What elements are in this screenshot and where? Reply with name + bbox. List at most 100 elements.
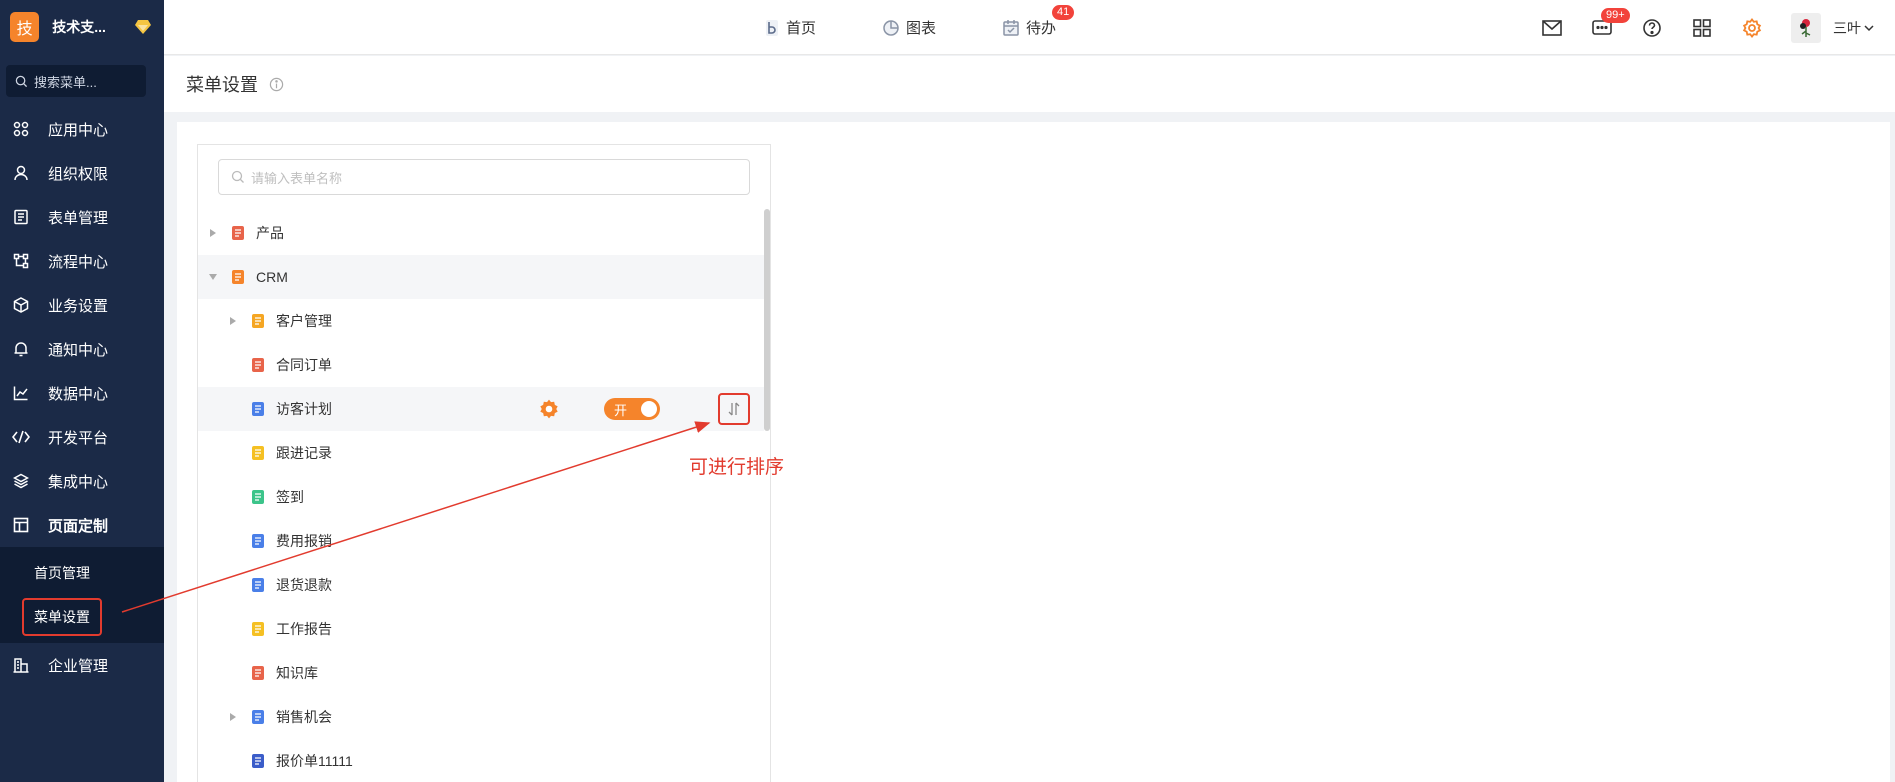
- todo-count-badge: 41: [1052, 5, 1075, 20]
- tree-row-label: CRM: [256, 269, 288, 285]
- tree-row[interactable]: 合同订单: [198, 343, 764, 387]
- settings-gear-icon[interactable]: [1741, 17, 1763, 39]
- visibility-toggle[interactable]: 开: [604, 398, 660, 420]
- menu-tree-panel: 请输入表单名称 产品 CRM 客户管理合同订单访客计划 开跟进记录签到费用报销退货退款…: [197, 144, 771, 782]
- search-icon: [15, 75, 28, 87]
- code-icon: [12, 428, 30, 446]
- row-actions: 开: [538, 387, 750, 431]
- sidebar-item-label: 集成中心: [48, 473, 109, 491]
- tree-row-label: 客户管理: [276, 313, 332, 329]
- sidebar-item-label: 流程中心: [48, 253, 109, 271]
- tree-row[interactable]: 客户管理: [198, 299, 764, 343]
- form-search-placeholder: 请输入表单名称: [251, 170, 343, 186]
- sidebar-item-org[interactable]: 组织权限: [0, 151, 164, 195]
- tree-row[interactable]: 退货退款: [198, 563, 764, 607]
- help-icon[interactable]: [1641, 17, 1663, 39]
- chart-icon: [12, 384, 30, 402]
- sort-handle-button[interactable]: [718, 393, 750, 425]
- tree-row[interactable]: 访客计划 开: [198, 387, 764, 431]
- sidebar-item-enterprise[interactable]: 企业管理: [0, 643, 164, 687]
- sort-icon: [728, 402, 740, 416]
- nav-todo[interactable]: 待办 41: [1002, 5, 1075, 38]
- grid-apps-icon[interactable]: [1691, 17, 1713, 39]
- sidebar-item-notify[interactable]: 通知中心: [0, 327, 164, 371]
- nav-home[interactable]: 首页: [764, 17, 816, 38]
- tree-row[interactable]: 工作报告: [198, 607, 764, 651]
- tree-row[interactable]: 销售机会: [198, 695, 764, 739]
- brand-logo: 技: [10, 12, 40, 42]
- sidebar-subitem-label: 首页管理: [34, 565, 90, 581]
- sidebar-item-integration[interactable]: 集成中心: [0, 459, 164, 503]
- tree-row[interactable]: 产品: [198, 211, 764, 255]
- sidebar-item-label: 企业管理: [48, 657, 109, 675]
- sidebar-item-forms[interactable]: 表单管理: [0, 195, 164, 239]
- row-settings-gear-icon[interactable]: [538, 398, 560, 420]
- chevron-down-icon: [1864, 24, 1874, 31]
- caret-spacer: [226, 358, 240, 372]
- form-search-input[interactable]: 请输入表单名称: [218, 159, 750, 195]
- tree-row[interactable]: 知识库: [198, 651, 764, 695]
- sidebar-subitem-menu-settings[interactable]: 菜单设置: [0, 595, 164, 639]
- caret-down-icon[interactable]: [206, 270, 220, 284]
- apps-icon: [12, 120, 30, 138]
- sidebar-item-label: 表单管理: [48, 209, 109, 227]
- form-icon: [12, 208, 30, 226]
- caret-right-icon[interactable]: [206, 226, 220, 240]
- message-icon[interactable]: 99+: [1591, 7, 1630, 39]
- caret-right-icon[interactable]: [226, 710, 240, 724]
- form-type-icon: [250, 313, 266, 329]
- sidebar-item-data[interactable]: 数据中心: [0, 371, 164, 415]
- tree-scrollbar[interactable]: [764, 209, 770, 431]
- caret-spacer: [226, 622, 240, 636]
- user-menu[interactable]: 三叶: [1833, 18, 1875, 38]
- sidebar-item-page-custom[interactable]: 页面定制: [0, 503, 164, 547]
- tree-row-label: 报价单11111: [276, 753, 353, 769]
- avatar[interactable]: [1791, 12, 1821, 43]
- tree-row[interactable]: 报价单11111: [198, 739, 764, 782]
- tree-row-label: 合同订单: [276, 357, 332, 373]
- brand[interactable]: 技 技术支...: [0, 0, 164, 54]
- tree-row-label: 费用报销: [276, 533, 332, 549]
- sidebar-item-business[interactable]: 业务设置: [0, 283, 164, 327]
- menu-search-input[interactable]: 搜索菜单...: [6, 65, 146, 97]
- form-type-icon: [250, 665, 266, 681]
- sidebar-item-label: 组织权限: [48, 165, 109, 183]
- tree-row[interactable]: CRM: [198, 255, 764, 299]
- sidebar-menu: 应用中心 组织权限 表单管理 流程中心 业务设置 通知中心 数据中心 开发平台: [0, 107, 164, 687]
- nav-charts[interactable]: 图表: [882, 17, 936, 38]
- tree-row-label: 跟进记录: [276, 445, 332, 461]
- mail-icon[interactable]: [1541, 17, 1563, 39]
- form-type-icon: [250, 621, 266, 637]
- submenu-page-custom: 首页管理 菜单设置: [0, 547, 164, 643]
- sidebar-subitem-home-manage[interactable]: 首页管理: [0, 551, 164, 595]
- tree-row-label: 工作报告: [276, 621, 332, 637]
- user-name: 三叶: [1833, 19, 1861, 36]
- diamond-icon[interactable]: [133, 16, 154, 38]
- flow-icon: [12, 252, 30, 270]
- nav-charts-label: 图表: [906, 20, 937, 37]
- nav-home-label: 首页: [786, 20, 817, 37]
- tree-row-label: 签到: [276, 489, 304, 505]
- sidebar-item-dev[interactable]: 开发平台: [0, 415, 164, 459]
- tree-row-label: 销售机会: [276, 709, 332, 725]
- search-icon: [231, 170, 244, 183]
- tree-row[interactable]: 费用报销: [198, 519, 764, 563]
- top-header: 首页 图表 待办 41 99+ 三叶: [164, 0, 1895, 55]
- sidebar-item-label: 应用中心: [48, 121, 109, 139]
- info-icon[interactable]: [268, 76, 284, 92]
- layers-icon: [12, 472, 30, 490]
- sidebar: 技 技术支... 搜索菜单... 应用中心 组织权限 表单管理 流程中心 业务设…: [0, 0, 164, 782]
- form-type-icon: [230, 269, 246, 285]
- form-type-icon: [250, 577, 266, 593]
- sidebar-item-apps[interactable]: 应用中心: [0, 107, 164, 151]
- sidebar-item-label: 页面定制: [48, 517, 109, 535]
- sidebar-item-label: 开发平台: [48, 429, 109, 447]
- menu-search-placeholder: 搜索菜单...: [34, 74, 97, 90]
- caret-right-icon[interactable]: [226, 314, 240, 328]
- sidebar-item-flow[interactable]: 流程中心: [0, 239, 164, 283]
- cube-icon: [12, 296, 30, 314]
- tree-row[interactable]: 跟进记录: [198, 431, 764, 475]
- tree-row-label: 访客计划: [276, 401, 332, 417]
- tree-row[interactable]: 签到: [198, 475, 764, 519]
- nav-todo-label: 待办: [1026, 20, 1057, 37]
